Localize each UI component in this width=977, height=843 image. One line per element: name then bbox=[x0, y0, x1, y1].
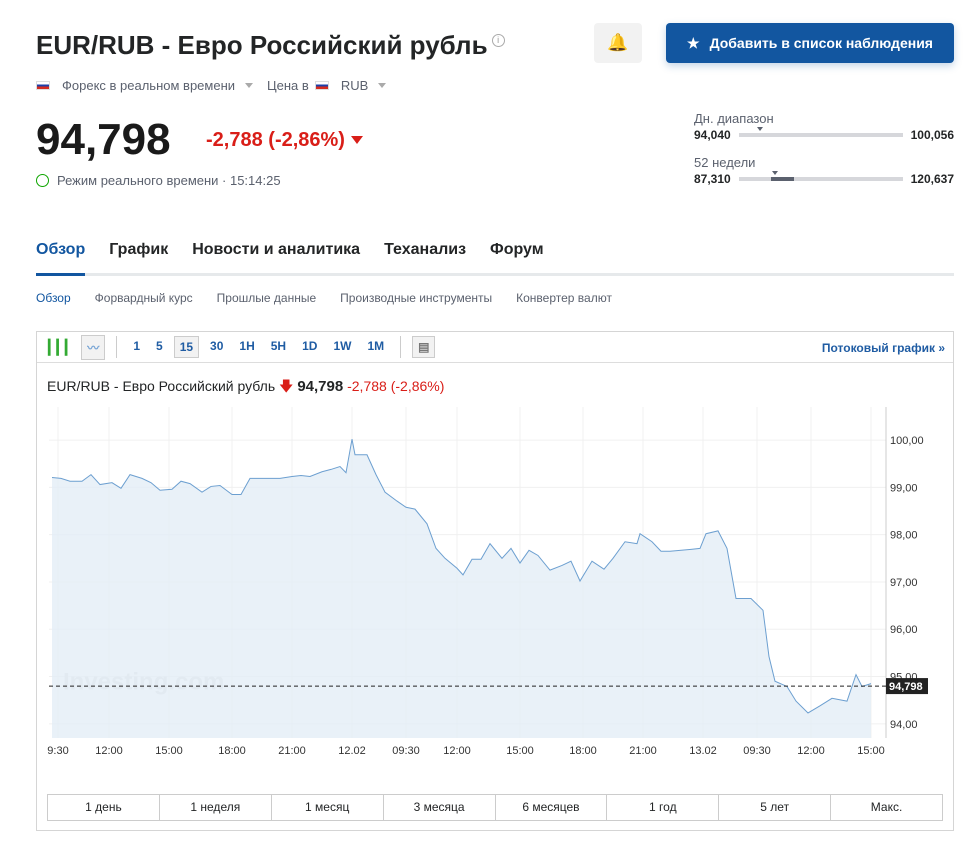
realtime-text: Режим реального времени · 15:14:25 bbox=[57, 173, 281, 188]
period-1[interactable]: 1 неделя bbox=[160, 795, 272, 820]
info-icon[interactable]: i bbox=[491, 34, 505, 47]
subtab-4[interactable]: Конвертер валют bbox=[516, 291, 612, 305]
day-range-bar bbox=[738, 127, 903, 137]
price-area bbox=[52, 439, 871, 738]
y-tick-label: 99,00 bbox=[890, 482, 918, 494]
y-tick-label: 97,00 bbox=[890, 577, 918, 589]
page-title: EUR/RUB - Евро Российский рубль i bbox=[36, 30, 505, 61]
watchlist-label: Добавить в список наблюдения bbox=[709, 35, 933, 51]
period-2[interactable]: 1 месяц bbox=[272, 795, 384, 820]
day-high: 100,056 bbox=[910, 128, 954, 142]
chevron-down-icon bbox=[245, 83, 254, 92]
day-low: 94,040 bbox=[694, 128, 731, 142]
add-alert-button[interactable]: 🔔 bbox=[594, 23, 642, 63]
sub-tabs: Обзор Форвардный курс Прошлые данные Произв… bbox=[36, 291, 612, 305]
tab-4[interactable]: Форум bbox=[490, 240, 544, 276]
change-value: -2,788 bbox=[206, 129, 263, 151]
period-0[interactable]: 1 день bbox=[48, 795, 160, 820]
y-tick-label: 94,00 bbox=[890, 719, 918, 731]
chevron-down-icon bbox=[378, 83, 387, 92]
price-change: -2,788 (-2,86%) bbox=[206, 129, 363, 152]
day-range: Дн. диапазон 94,040 100,056 bbox=[694, 111, 954, 142]
market-dropdown[interactable]: Форекс в реальном времени bbox=[62, 78, 235, 93]
market-info: Форекс в реальном времени Цена в RUB bbox=[36, 78, 394, 93]
main-tabs: Обзор График Новости и аналитика Теханализ Ф… bbox=[36, 240, 954, 276]
period-5[interactable]: 1 год bbox=[607, 795, 720, 820]
x-tick-label: 09:30 bbox=[392, 745, 420, 757]
week52-range: 52 недели 87,310 120,637 bbox=[694, 155, 954, 186]
week52-range-bar bbox=[738, 171, 903, 181]
subtab-0[interactable]: Обзор bbox=[36, 291, 71, 305]
x-tick-label: 12:00 bbox=[443, 745, 471, 757]
tab-3[interactable]: Теханализ bbox=[384, 240, 466, 276]
price-chart[interactable]: 94,0095,0096,0097,0098,0099,00100,009:30… bbox=[37, 332, 953, 762]
period-selector: 1 день 1 неделя 1 месяц 3 месяца 6 месяцев 1 … bbox=[47, 794, 943, 821]
add-to-watchlist-button[interactable]: ★ Добавить в список наблюдения bbox=[666, 23, 954, 63]
price-in-label: Цена в bbox=[267, 78, 309, 93]
subtab-1[interactable]: Форвардный курс bbox=[95, 291, 193, 305]
x-tick-label: 15:00 bbox=[155, 745, 183, 757]
period-7[interactable]: Макс. bbox=[831, 795, 942, 820]
x-tick-label: 09:30 bbox=[743, 745, 771, 757]
tab-0[interactable]: Обзор bbox=[36, 240, 86, 276]
bell-plus-icon: 🔔 bbox=[607, 33, 629, 52]
chart-widget: ┃┃┃ 〰 1 5 15 30 1H 5H 1D 1W 1M ▤ Потоковый графи… bbox=[36, 331, 954, 831]
range-marker bbox=[757, 127, 763, 134]
current-price-label: 94,798 bbox=[889, 681, 923, 693]
change-percent: (-2,86%) bbox=[268, 129, 345, 151]
ru-flag-icon bbox=[36, 81, 50, 90]
x-tick-label: 15:00 bbox=[506, 745, 534, 757]
down-arrow-icon bbox=[350, 135, 363, 150]
x-tick-label: 12:00 bbox=[95, 745, 123, 757]
range-fill bbox=[771, 177, 795, 181]
title-text: EUR/RUB - Евро Российский рубль bbox=[36, 30, 488, 60]
week52-high: 120,637 bbox=[910, 172, 954, 186]
realtime-status: Режим реального времени · 15:14:25 bbox=[36, 173, 281, 188]
x-tick-label: 18:00 bbox=[569, 745, 597, 757]
x-tick-label: 21:00 bbox=[629, 745, 657, 757]
period-4[interactable]: 6 месяцев bbox=[496, 795, 608, 820]
x-tick-label: 12:00 bbox=[797, 745, 825, 757]
x-tick-label: 15:00 bbox=[857, 745, 885, 757]
subtab-2[interactable]: Прошлые данные bbox=[217, 291, 316, 305]
week52-low: 87,310 bbox=[694, 172, 731, 186]
last-price: 94,798 bbox=[36, 115, 171, 164]
x-tick-label: 12.02 bbox=[338, 745, 366, 757]
x-tick-label: 21:00 bbox=[278, 745, 306, 757]
period-6[interactable]: 5 лет bbox=[719, 795, 832, 820]
currency-dropdown[interactable]: RUB bbox=[341, 78, 368, 93]
day-range-label: Дн. диапазон bbox=[694, 111, 774, 126]
y-tick-label: 98,00 bbox=[890, 530, 918, 542]
period-3[interactable]: 3 месяца bbox=[384, 795, 496, 820]
clock-icon bbox=[36, 174, 49, 187]
ru-flag-icon bbox=[314, 81, 329, 90]
week52-label: 52 недели bbox=[694, 155, 756, 170]
x-tick-label: 13.02 bbox=[689, 745, 717, 757]
tab-2[interactable]: Новости и аналитика bbox=[192, 240, 360, 276]
y-tick-label: 100,00 bbox=[890, 435, 924, 447]
star-icon: ★ bbox=[687, 34, 700, 51]
tab-1[interactable]: График bbox=[109, 240, 168, 276]
x-tick-label: 18:00 bbox=[218, 745, 246, 757]
subtab-3[interactable]: Производные инструменты bbox=[340, 291, 492, 305]
x-tick-label: 9:30 bbox=[47, 745, 68, 757]
y-tick-label: 96,00 bbox=[890, 624, 918, 636]
